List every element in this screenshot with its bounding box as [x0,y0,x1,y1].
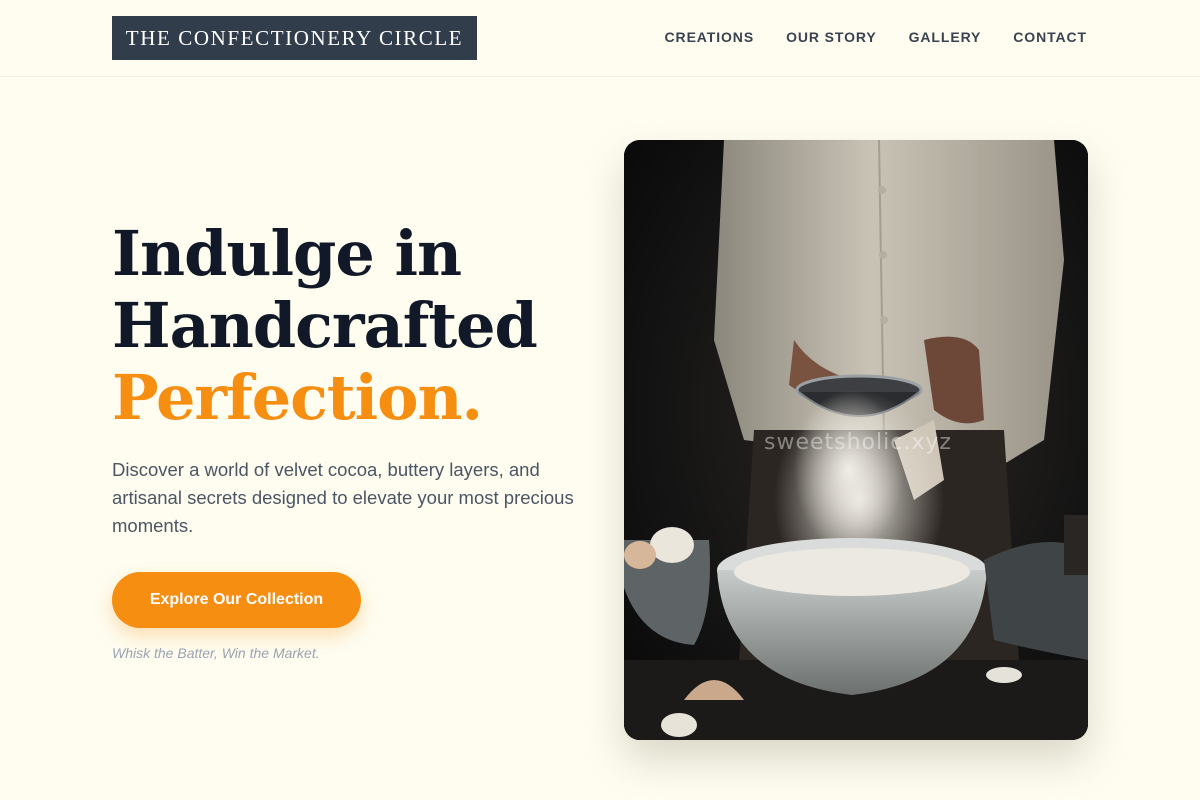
headline-line-2: Handcrafted [112,289,538,362]
site-header: THE CONFECTIONERY CIRCLE CREATIONS OUR S… [0,0,1200,77]
nav-link-our-story[interactable]: OUR STORY [786,28,877,46]
hero-tagline: Whisk the Batter, Win the Market. [112,645,320,661]
nav-link-gallery[interactable]: GALLERY [909,28,982,46]
nav-link-contact[interactable]: CONTACT [1013,28,1087,46]
headline-accent: Perfection. [112,361,483,434]
brand-logo[interactable]: THE CONFECTIONERY CIRCLE [112,16,477,60]
nav-link-creations[interactable]: CREATIONS [665,28,755,46]
hero-image: sweetsholic.xyz [624,140,1088,740]
main-nav: CREATIONS OUR STORY GALLERY CONTACT [665,28,1087,46]
image-watermark: sweetsholic.xyz [764,430,952,455]
hero-headline: Indulge in Handcrafted Perfection. [112,217,538,434]
headline-line-1: Indulge in [112,217,462,290]
hero-subtitle: Discover a world of velvet cocoa, butter… [112,459,574,536]
explore-collection-button[interactable]: Explore Our Collection [112,572,361,628]
